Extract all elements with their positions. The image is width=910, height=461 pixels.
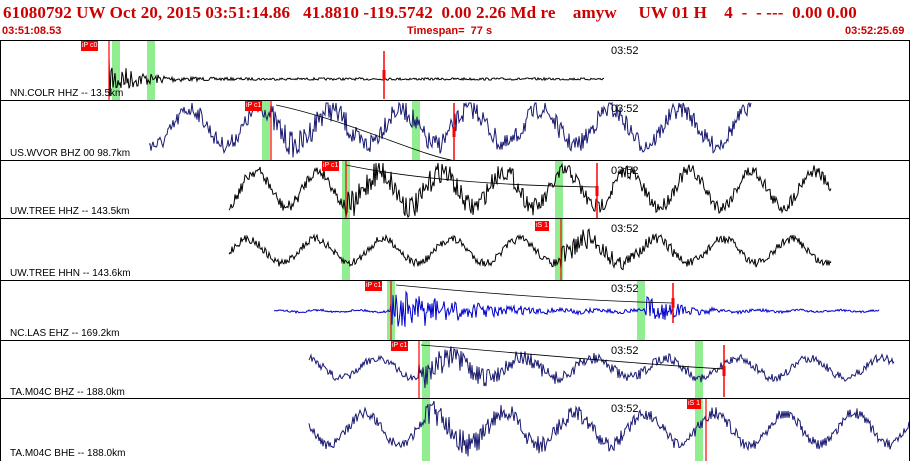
p-pick-flag[interactable]: iP c0 [81,41,99,51]
s-pick-flag[interactable]: iS 1 [535,221,550,231]
time-tick-label: 03:52 [611,283,639,295]
waveform-tree-hhz [228,161,832,219]
waveform-m04c-bhz [308,341,895,399]
trace-panel-las-ehz[interactable]: 03:52 iP c1 NC.LAS EHZ -- 169.2km [0,280,910,341]
trace-panel-tree-hhn[interactable]: 03:52 iS 1 UW.TREE HHN -- 143.6km [0,218,910,281]
waveform-trace [273,290,880,327]
window-marker [695,341,703,399]
station-label: UW.TREE HHZ -- 143.5km [10,206,130,217]
station-label: UW.TREE HHN -- 143.6km [10,268,131,279]
window-marker [555,161,563,219]
time-tick-label: 03:52 [611,45,639,57]
waveform-trace [228,228,832,271]
s-marker-box [722,366,726,376]
window-marker [147,41,155,101]
s-pick-flag[interactable]: iS 1 [687,399,702,409]
waveform-tree-hhn [228,219,832,281]
time-tick-label: 03:52 [611,403,639,415]
timespan-label: Timespan= 77 s [407,25,493,37]
p-pick-flag[interactable]: iP c1 [365,281,383,291]
station-label: TA.M04C BHZ -- 188.0km [10,387,125,398]
waveform-colr-hhz [108,41,605,101]
trace-panel-wvor-bhz[interactable]: 03:52 iP c1 US.WVOR BHZ 00 98.7km [0,100,910,161]
window-marker [262,101,270,161]
record-header: 61080792 UW Oct 20, 2015 03:51:14.86 41.… [0,0,910,40]
station-label: TA.M04C BHE -- 188.0km [10,448,126,459]
trace-panel-m04c-bhe[interactable]: 03:52 iS 1 TA.M04C BHE -- 188.0km [0,398,910,461]
p-pick-flag[interactable]: iP c1 [322,161,340,171]
waveform-trace [308,400,909,457]
time-tick-label: 03:52 [611,345,639,357]
window-end-time: 03:52:25.69 [845,25,905,37]
time-tick-label: 03:52 [611,223,639,235]
waveform-trace [148,101,752,158]
station-label: US.WVOR BHZ 00 98.7km [10,148,131,159]
event-title: 61080792 UW Oct 20, 2015 03:51:14.86 41.… [3,3,857,22]
s-marker-box [452,127,456,137]
waveform-m04c-bhe [308,399,909,461]
time-tick-label: 03:52 [611,165,639,177]
s-marker-box [382,70,386,80]
s-marker-box [595,186,599,196]
window-marker [342,219,350,281]
station-label: NN.COLR HHZ -- 13.5km [10,88,124,99]
waveform-trace [108,57,605,97]
trace-panel-m04c-bhz[interactable]: 03:52 iP c1 TA.M04C BHZ -- 188.0km [0,340,910,399]
s-marker-box [671,298,675,308]
trace-panel-tree-hhz[interactable]: 03:52 iP c1 UW.TREE HHZ -- 143.5km [0,160,910,219]
station-label: NC.LAS EHZ -- 169.2km [10,328,120,339]
p-pick-flag[interactable]: iP c1 [391,341,409,351]
waveform-las-ehz [273,281,880,341]
waveform-wvor-bhz [148,101,752,161]
waveform-trace [228,162,832,218]
trace-panel-colr-hhz[interactable]: 03:52 iP c0 NN.COLR HHZ -- 13.5km [0,40,910,101]
time-tick-label: 03:52 [611,103,639,115]
seismogram-panels: 03:52 iP c0 NN.COLR HHZ -- 13.5km 03:52 … [0,40,910,461]
window-start-time: 03:51:08.53 [2,25,62,37]
p-pick-flag[interactable]: iP c1 [245,101,263,111]
waveform-trace [308,346,895,389]
